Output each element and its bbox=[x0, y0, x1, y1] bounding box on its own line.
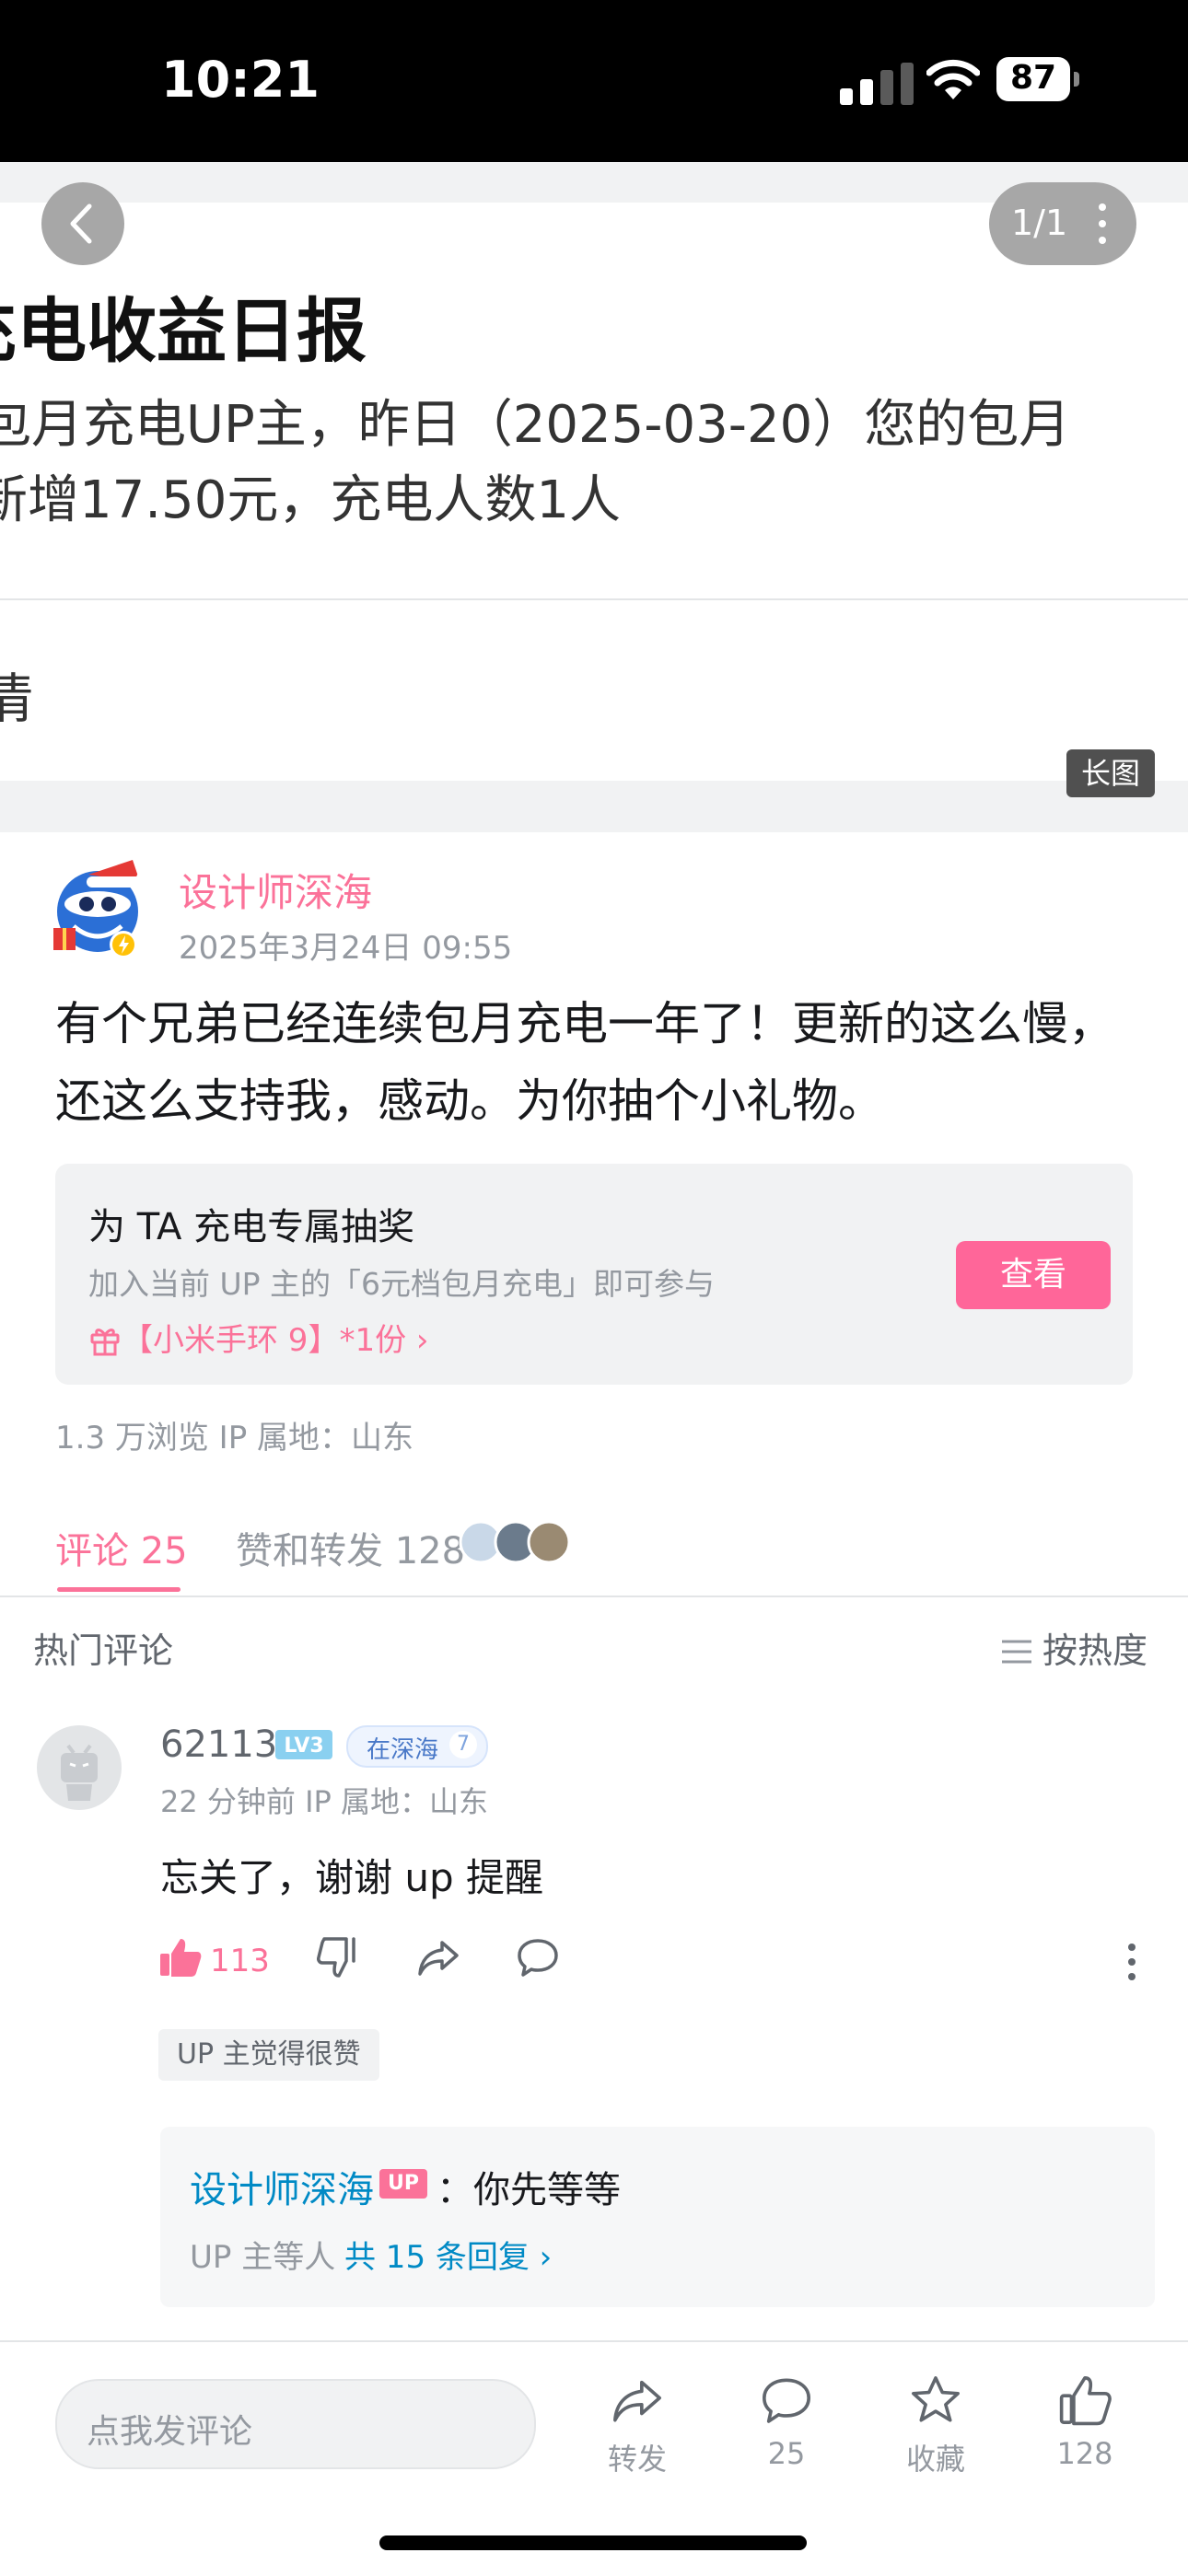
share-icon bbox=[613, 2380, 661, 2422]
sort-button[interactable]: 按热度 bbox=[1000, 1622, 1147, 1673]
sort-label: 按热度 bbox=[1042, 1630, 1148, 1671]
like-count: 128 bbox=[1056, 2436, 1113, 2471]
preview-text-line: 情 bbox=[0, 667, 34, 730]
lottery-description: 加入当前 UP 主的「6元档包月充电」即可参与 bbox=[88, 1266, 716, 1302]
author-name[interactable]: 设计师深海 bbox=[179, 862, 372, 918]
preview-text-line: 包月充电UP主，昨日（2025-03-20）您的包月 bbox=[0, 395, 1071, 455]
thumbs-down-icon[interactable] bbox=[315, 1935, 359, 1979]
tab-comments[interactable]: 评论 25 bbox=[55, 1521, 188, 1574]
thumbs-up-icon[interactable] bbox=[158, 1935, 203, 1979]
reply-text: ：你先等等 bbox=[437, 2169, 621, 2211]
page-count: 1/1 bbox=[1011, 203, 1068, 243]
cellular-signal-icon bbox=[840, 63, 914, 105]
favorite-label: 收藏 bbox=[905, 2442, 965, 2477]
repost-button[interactable]: 转发 bbox=[582, 2373, 693, 2478]
comment-count: 25 bbox=[767, 2436, 806, 2471]
up-liked-tag: UP 主觉得很赞 bbox=[158, 2029, 379, 2081]
preview-title: 充电收益日报 bbox=[0, 290, 367, 372]
status-bar: 10:21 87 bbox=[0, 0, 1188, 162]
tab-likes-reposts[interactable]: 赞和转发 128 bbox=[236, 1521, 465, 1574]
up-badge: UP bbox=[379, 2169, 427, 2199]
commenter-avatar[interactable] bbox=[37, 1725, 122, 1810]
post-body: 有个兄弟已经连续包月充电一年了！更新的这么慢，还这么支持我，感动。为你抽个小礼物… bbox=[55, 997, 1114, 1128]
lottery-title: 为 TA 充电专属抽奖 bbox=[88, 1206, 415, 1248]
hot-comments-label: 热门评论 bbox=[33, 1630, 174, 1671]
like-button[interactable]: 128 bbox=[1030, 2373, 1140, 2471]
comment-text: 忘关了，谢谢 up 提醒 bbox=[160, 1855, 543, 1900]
view-replies-link[interactable]: 共 15 条回复 › bbox=[344, 2232, 552, 2277]
comment-meta: 22 分钟前 IP 属地：山东 bbox=[160, 1784, 488, 1819]
preview-text-line: 新增17.50元，充电人数1人 bbox=[0, 470, 621, 530]
image-page-indicator[interactable]: 1/1 bbox=[989, 182, 1136, 265]
lottery-card[interactable]: 为 TA 充电专属抽奖 加入当前 UP 主的「6元档包月充电」即可参与 【小米手… bbox=[55, 1164, 1133, 1385]
battery-level: 87 bbox=[1009, 59, 1057, 97]
preview-divider bbox=[0, 598, 1188, 600]
comment-icon bbox=[763, 2378, 810, 2423]
author-avatar[interactable] bbox=[52, 854, 158, 961]
reply-author[interactable]: 设计师深海 bbox=[190, 2160, 374, 2213]
tab-active-indicator bbox=[57, 1587, 181, 1592]
thumbs-up-icon bbox=[1059, 2376, 1112, 2426]
home-indicator bbox=[379, 2535, 807, 2550]
status-time: 10:21 bbox=[161, 51, 320, 109]
view-lottery-button[interactable]: 查看 bbox=[956, 1241, 1111, 1309]
share-icon[interactable] bbox=[416, 1935, 460, 1979]
post-time: 2025年3月24日 09:55 bbox=[179, 930, 513, 967]
back-button[interactable] bbox=[41, 182, 124, 265]
comment-input[interactable]: 点我发评论 bbox=[55, 2379, 536, 2469]
battery-indicator: 87 bbox=[996, 57, 1079, 101]
long-image-badge: 长图 bbox=[1066, 749, 1155, 797]
commenter-name[interactable]: 62113 bbox=[160, 1723, 277, 1766]
post-meta: 1.3 万浏览 IP 属地：山东 bbox=[55, 1420, 414, 1456]
level-text: LV3 bbox=[284, 1735, 323, 1758]
fan-medal[interactable]: 在深海 7 bbox=[346, 1725, 488, 1768]
reply-icon[interactable] bbox=[516, 1935, 560, 1979]
star-icon bbox=[912, 2376, 960, 2422]
liker-avatars[interactable] bbox=[459, 1519, 578, 1565]
tab-divider bbox=[0, 1595, 1188, 1597]
more-vertical-icon[interactable] bbox=[1098, 201, 1107, 247]
reply-preview[interactable]: 设计师深海 UP ：你先等等 UP 主等人 共 15 条回复 › bbox=[160, 2127, 1155, 2307]
more-vertical-icon[interactable] bbox=[1125, 1941, 1138, 1983]
list-icon bbox=[1002, 1640, 1031, 1664]
gift-icon bbox=[90, 1329, 120, 1356]
default-avatar-icon bbox=[61, 1744, 98, 1801]
comment-input-placeholder: 点我发评论 bbox=[87, 2413, 253, 2451]
user-level-badge: LV3 bbox=[275, 1730, 332, 1759]
comment-like-count: 113 bbox=[210, 1943, 270, 1979]
lottery-prize[interactable]: 【小米手环 9】*1份 › bbox=[88, 1315, 428, 1360]
lottery-prize-text: 【小米手环 9】*1份 › bbox=[122, 1322, 429, 1359]
medal-level: 7 bbox=[449, 1731, 477, 1758]
repost-label: 转发 bbox=[607, 2442, 667, 2477]
reply-summary-prefix: UP 主等人 bbox=[190, 2239, 336, 2276]
wifi-icon bbox=[926, 59, 980, 99]
favorite-button[interactable]: 收藏 bbox=[880, 2373, 991, 2478]
chevron-left-icon bbox=[70, 203, 92, 244]
comment-button[interactable]: 25 bbox=[731, 2373, 842, 2471]
medal-name: 在深海 bbox=[367, 1736, 439, 1764]
